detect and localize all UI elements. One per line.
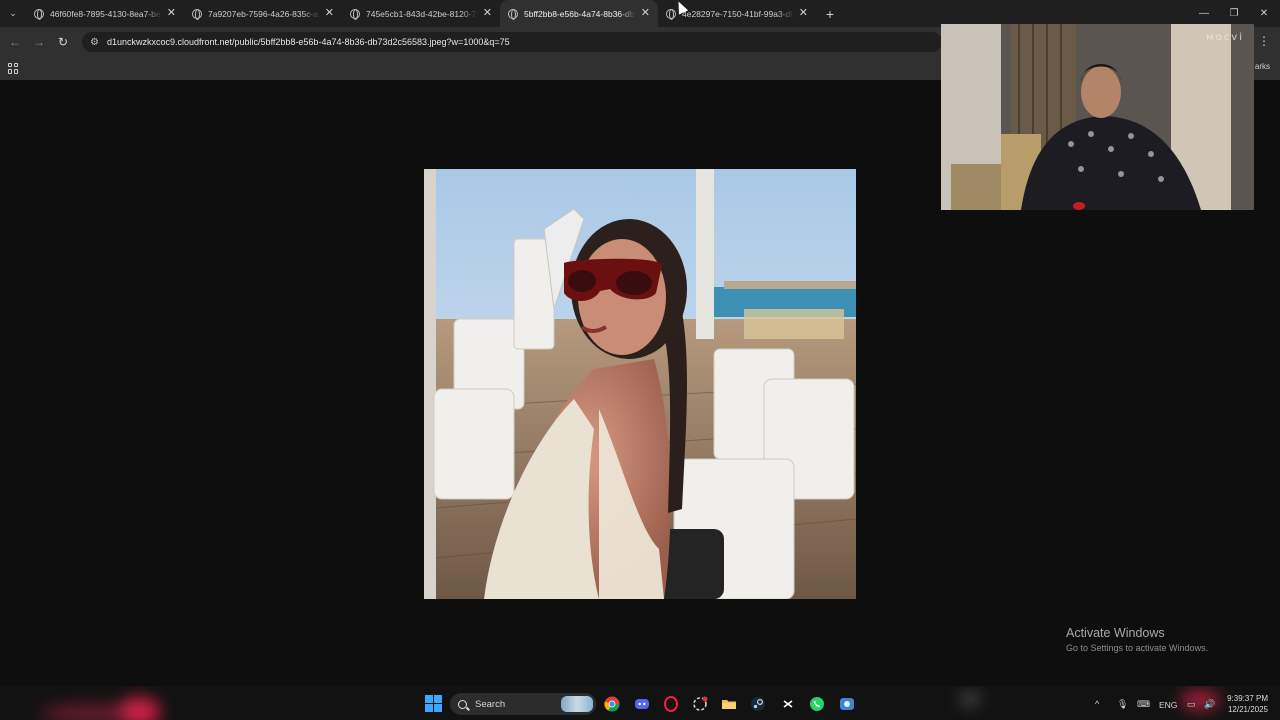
maximize-icon[interactable]: ❐ — [1218, 0, 1250, 27]
globe-icon — [350, 8, 360, 20]
displayed-photo[interactable] — [424, 169, 856, 599]
tab-close-icon[interactable]: ✕ — [799, 7, 808, 19]
menu-icon[interactable]: ⋮ — [1258, 34, 1270, 48]
taskbar-search[interactable]: Search — [450, 693, 596, 715]
tab-close-icon[interactable]: ✕ — [641, 7, 650, 19]
reload-icon[interactable]: ↻ — [51, 30, 75, 54]
tab-close-icon[interactable]: ✕ — [325, 7, 334, 19]
activate-subtitle: Go to Settings to activate Windows. — [1066, 643, 1209, 653]
capcut-icon[interactable] — [778, 694, 798, 714]
tab-close-icon[interactable]: ✕ — [483, 7, 492, 19]
minimize-icon[interactable]: — — [1188, 0, 1220, 27]
tab-close-icon[interactable]: ✕ — [167, 7, 176, 19]
site-info-icon[interactable]: ⚙ — [90, 37, 99, 48]
globe-icon — [34, 8, 44, 20]
close-window-icon[interactable]: ✕ — [1248, 0, 1280, 27]
webcam-watermark: ᴍocvi — [1206, 32, 1244, 43]
address-bar[interactable]: ⚙ d1unckwzkxcoc9.cloudfront.net/public/5… — [82, 32, 942, 52]
app-gear-icon[interactable] — [690, 694, 710, 714]
whatsapp-icon[interactable] — [807, 694, 827, 714]
apps-grid-icon[interactable] — [8, 62, 19, 74]
beach-portrait-image — [424, 169, 856, 599]
activate-windows-watermark: Activate Windows Go to Settings to activ… — [1066, 626, 1208, 653]
steam-icon[interactable] — [748, 694, 768, 714]
search-highlight-icon — [561, 696, 593, 712]
microphone-icon[interactable]: 🎙 — [1117, 699, 1128, 710]
search-icon — [458, 699, 467, 709]
globe-icon — [192, 8, 202, 20]
tab-title: 7a9207eb-7596-4a26-835c-a1 — [208, 8, 320, 19]
globe-icon — [508, 8, 518, 20]
opera-gx-icon[interactable] — [661, 694, 681, 714]
system-clock[interactable]: 9:39:37 PM 12/21/2025 — [1224, 693, 1268, 715]
new-tab-button[interactable]: + — [818, 6, 842, 22]
activate-title: Activate Windows — [1066, 626, 1165, 640]
show-hidden-icons-chevron-icon[interactable]: ^ — [1095, 699, 1099, 709]
address-text: d1unckwzkxcoc9.cloudfront.net/public/5bf… — [106, 37, 510, 47]
keyboard-icon[interactable]: ⌨ — [1137, 699, 1150, 710]
tab-1[interactable]: 46f60fe8-7895-4130-8ea7-bed ✕ — [26, 0, 184, 27]
back-icon[interactable]: ← — [3, 30, 27, 54]
webcam-overlay: ᴍocvi — [941, 24, 1254, 210]
clock-date: 12/21/2025 — [1227, 705, 1268, 714]
windows-start-icon[interactable] — [425, 695, 442, 712]
tab-2[interactable]: 7a9207eb-7596-4a26-835c-a1 ✕ — [184, 0, 342, 27]
all-bookmarks-link[interactable]: arks — [1255, 62, 1270, 71]
clock-time: 9:39:37 PM — [1227, 694, 1268, 703]
file-explorer-icon[interactable] — [719, 694, 739, 714]
discord-icon[interactable] — [632, 694, 652, 714]
tab-title: 5bff2bb8-e56b-4a74-8b36-db7 — [524, 8, 636, 19]
volume-icon[interactable]: 🔊 — [1204, 699, 1215, 710]
webcam-feed-image — [941, 24, 1254, 210]
tab-title: 745e5cb1-843d-42be-8120-7f — [366, 8, 478, 19]
camera-app-icon[interactable] — [837, 694, 857, 714]
network-icon[interactable]: ▭ — [1187, 699, 1196, 710]
language-indicator[interactable]: ENG — [1159, 700, 1177, 710]
tab-search-chevron-icon[interactable]: ⌄ — [0, 0, 26, 27]
forward-icon[interactable]: → — [27, 30, 51, 54]
tab-strip: ⌄ 46f60fe8-7895-4130-8ea7-bed ✕ 7a9207eb… — [0, 0, 1280, 27]
tab-title: 46f60fe8-7895-4130-8ea7-bed — [50, 8, 162, 19]
globe-icon — [666, 8, 676, 20]
tab-3[interactable]: 745e5cb1-843d-42be-8120-7f ✕ — [342, 0, 500, 27]
chrome-icon[interactable] — [602, 694, 622, 714]
search-label: Search — [475, 698, 506, 710]
tab-title: 4e28297e-7150-41bf-99a3-db — [682, 8, 794, 19]
tab-4-active[interactable]: 5bff2bb8-e56b-4a74-8b36-db7 ✕ — [500, 0, 658, 27]
